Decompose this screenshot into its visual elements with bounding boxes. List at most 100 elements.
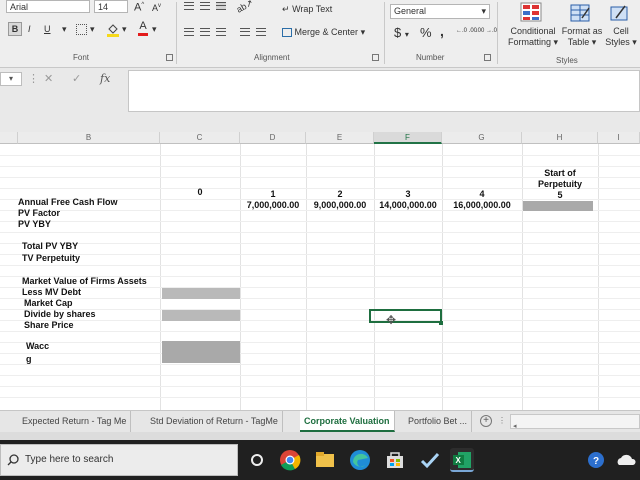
enter-icon[interactable]: ✓ [72,72,81,85]
orientation-icon[interactable]: ab↗ [234,0,256,16]
column-header-b[interactable]: B [18,132,160,144]
file-explorer-icon[interactable] [313,448,337,472]
increase-indent-icon[interactable] [256,28,266,36]
column-header-d[interactable]: D [240,132,306,144]
help-icon[interactable]: ? [584,448,608,472]
active-cell-selection[interactable] [369,309,442,323]
column-header-c[interactable]: C [160,132,240,144]
italic-button[interactable]: I [28,22,31,36]
font-dialog-launcher[interactable] [166,54,173,61]
align-middle-icon[interactable] [200,2,210,10]
cell-fcf-1[interactable]: 7,000,000.00 [240,200,306,211]
cell-total-pv-yby-label[interactable]: Total PV YBY [22,241,78,252]
align-right-icon[interactable] [216,28,226,36]
comma-button[interactable]: , [440,24,444,38]
align-top-icon[interactable] [184,2,194,10]
fill-color-icon[interactable] [106,23,120,42]
shaded-cell-wacc-g[interactable] [162,341,240,363]
underline-button[interactable]: U [44,22,51,36]
insert-function-icon[interactable]: fx [100,72,110,85]
decrease-decimal-button[interactable]: .00 →.0 [476,28,497,35]
cell-mv-firm-assets-label[interactable]: Market Value of Firms Assets [22,276,147,287]
number-dialog-launcher[interactable] [484,54,491,61]
font-color-icon[interactable]: A [138,21,148,36]
column-header-f[interactable]: F [374,132,442,144]
cell-period-4[interactable]: 4 [442,189,522,200]
chrome-icon[interactable] [278,448,302,472]
bold-button[interactable]: B [8,22,22,36]
cell-less-mv-debt-label[interactable]: Less MV Debt [22,287,81,298]
cell-annual-fcf-label[interactable]: Annual Free Cash Flow [18,197,118,208]
cell-fcf-2[interactable]: 9,000,000.00 [306,200,374,211]
checkmark-app-icon[interactable] [418,448,442,472]
cell-pv-yby-label[interactable]: PV YBY [18,219,51,230]
cell-fcf-3[interactable]: 14,000,000.00 [374,200,442,211]
cell-styles-button[interactable]: Cell Styles ▾ [602,26,640,48]
cell-start-perpetuity-1[interactable]: Start of [522,168,598,179]
increase-decimal-button[interactable]: ←.0 .00 [456,28,477,35]
align-left-icon[interactable] [184,28,194,36]
cell-start-perpetuity-2[interactable]: Perpetuity [522,179,598,190]
cell-divide-shares-label[interactable]: Divide by shares [24,309,96,320]
percent-button[interactable]: % [420,26,432,40]
alignment-dialog-launcher[interactable] [372,54,379,61]
merge-center-button[interactable]: Merge & Center ▾ [282,25,365,39]
fill-color-dropdown[interactable]: ▾ [122,22,127,36]
more-sheets-icon[interactable]: ⋮ [498,414,506,428]
tab-portfolio-bet[interactable]: Portfolio Bet ... [404,411,473,432]
cell-market-cap-label[interactable]: Market Cap [24,298,73,309]
cell-start-perpetuity-3[interactable]: 5 [522,190,598,201]
select-all-corner[interactable] [0,132,18,144]
cell-g-label[interactable]: g [26,354,32,365]
align-center-icon[interactable] [200,28,210,36]
column-header-e[interactable]: E [306,132,374,144]
name-box[interactable]: ▾ [0,72,22,86]
format-as-table-button[interactable]: Format as Table ▾ [560,26,604,48]
borders-icon[interactable] [76,24,87,35]
column-header-g[interactable]: G [442,132,522,144]
edge-icon[interactable] [348,448,372,472]
tab-corporate-valuation[interactable]: Corporate Valuation [300,411,395,432]
shaded-cell-shares[interactable] [162,310,240,321]
currency-button[interactable]: $ ▾ [394,26,409,42]
grow-font-button[interactable]: A^ [134,0,144,15]
fill-handle[interactable] [439,321,443,325]
column-header-i[interactable]: I [598,132,640,144]
tab-expected-return[interactable]: Expected Return - Tag Me [18,411,132,432]
shrink-font-button[interactable]: Av [152,0,161,15]
column-header-h[interactable]: H [522,132,598,144]
underline-dropdown[interactable]: ▾ [62,22,67,36]
cancel-icon[interactable]: ✕ [44,72,53,85]
more-options-icon[interactable]: ⋮ [28,72,39,85]
font-name-box[interactable]: Arial [6,0,90,13]
wrap-text-button[interactable]: ↵ Wrap Text [282,2,332,16]
formula-input[interactable] [128,70,640,112]
tab-std-deviation[interactable]: Std Deviation of Return - TagMe [146,411,283,432]
worksheet-grid[interactable]: B C D E F G H I 0 1 2 3 4 Start of Perpe… [0,132,640,410]
cell-period-1[interactable]: 1 [240,189,306,200]
shaded-cell-mv-debt[interactable] [162,288,240,299]
cell-share-price-label[interactable]: Share Price [24,320,74,331]
cell-wacc-label[interactable]: Wacc [26,341,49,352]
number-format-dropdown[interactable]: General ▾ [390,4,490,19]
font-color-dropdown[interactable]: ▾ [152,22,157,36]
conditional-formatting-button[interactable]: Conditional Formatting ▾ [506,26,560,48]
add-sheet-icon[interactable]: + [480,415,492,427]
excel-taskbar-icon[interactable]: X [450,448,474,472]
decrease-indent-icon[interactable] [240,28,250,36]
scroll-left-icon[interactable]: ◂ [511,423,517,430]
taskbar-search-box[interactable]: Type here to search [0,444,238,476]
cell-period-3[interactable]: 3 [374,189,442,200]
font-size-box[interactable]: 14 [94,0,128,13]
cell-tv-perpetuity-label[interactable]: TV Perpetuity [22,253,80,264]
task-view-icon[interactable] [245,448,269,472]
cell-period-2[interactable]: 2 [306,189,374,200]
shaded-cell-perpetuity-fcf[interactable] [523,201,593,211]
align-bottom-icon[interactable] [216,2,226,10]
onedrive-cloud-icon[interactable] [614,448,638,472]
cell-pv-factor-label[interactable]: PV Factor [18,208,60,219]
store-icon[interactable] [383,448,407,472]
cell-period-0[interactable]: 0 [160,187,240,198]
horizontal-scrollbar[interactable]: ◂ [510,414,640,430]
cell-fcf-4[interactable]: 16,000,000.00 [442,200,522,211]
